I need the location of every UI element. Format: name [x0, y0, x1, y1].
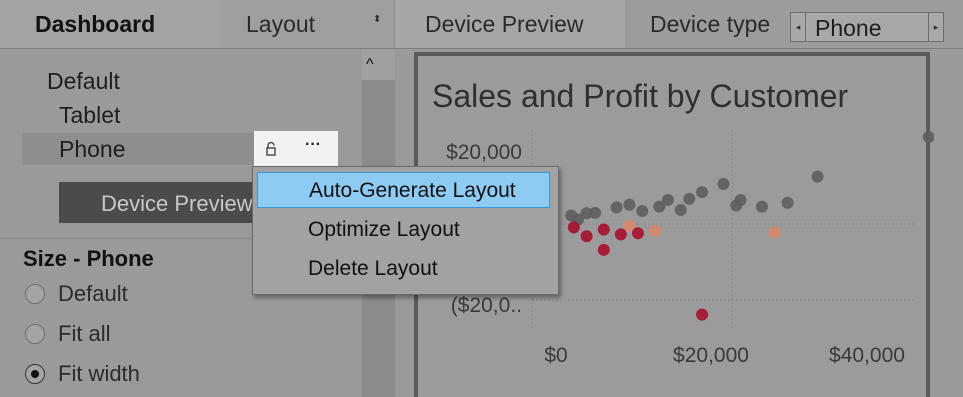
size-radio-default[interactable] [25, 284, 45, 304]
menu-item-label: Delete Layout [308, 257, 438, 280]
chart-title: Sales and Profit by Customer [432, 78, 849, 114]
scatter-point[interactable] [610, 201, 623, 214]
scatter-point[interactable] [696, 186, 709, 199]
x-tick-label: $20,000 [673, 344, 749, 367]
more-options-icon[interactable]: ··· [305, 136, 321, 154]
scatter-point[interactable] [811, 170, 824, 183]
layout-item-phone[interactable]: Phone [59, 136, 126, 163]
scroll-up-icon[interactable]: ^ [366, 56, 374, 74]
device-preview-button[interactable]: Device Preview [59, 182, 259, 223]
menu-delete-layout[interactable]: Delete Layout [257, 251, 550, 287]
layout-context-menu: Auto-Generate Layout Optimize Layout Del… [252, 166, 559, 295]
size-radio-fit-width[interactable] [25, 364, 45, 384]
size-radio-fit-all[interactable] [25, 324, 45, 344]
layout-item-phone-row[interactable] [22, 133, 262, 165]
y-tick-label: ($20,0.. [451, 294, 522, 317]
scatter-point[interactable] [781, 196, 794, 209]
tab-device-preview-label: Device Preview [425, 11, 584, 37]
x-tick-label: $0 [544, 344, 567, 367]
tab-dashboard[interactable]: Dashboard [0, 0, 222, 48]
scatter-point[interactable] [649, 224, 662, 237]
menu-item-label: Optimize Layout [308, 218, 460, 241]
updown-arrows-icon: ⬍ [373, 14, 382, 25]
scatter-point[interactable] [696, 308, 709, 321]
next-device-icon[interactable]: ▸ [928, 13, 943, 41]
scatter-point[interactable] [683, 192, 696, 205]
size-option-fit-all[interactable]: Fit all [58, 321, 111, 347]
menu-optimize-layout[interactable]: Optimize Layout [257, 212, 550, 248]
scatter-point[interactable] [653, 200, 666, 213]
device-type-select[interactable]: ◂ Phone ▸ [790, 12, 944, 42]
scatter-point[interactable] [768, 226, 781, 239]
tab-layout-label: Layout [246, 11, 316, 37]
tab-dashboard-label: Dashboard [35, 11, 156, 37]
scatter-point[interactable] [922, 131, 934, 144]
layout-item-tablet[interactable]: Tablet [59, 102, 120, 129]
menu-item-label: Auto-Generate Layout [309, 179, 516, 202]
scatter-point[interactable] [717, 178, 730, 191]
scatter-point[interactable] [730, 199, 743, 212]
scatter-point[interactable] [580, 230, 593, 243]
size-option-fit-width[interactable]: Fit width [58, 361, 140, 387]
layout-item-default[interactable]: Default [47, 68, 120, 95]
scatter-point[interactable] [674, 203, 687, 216]
scatter-point[interactable] [755, 200, 768, 213]
scatter-point[interactable] [597, 223, 610, 236]
scatter-point[interactable] [567, 221, 580, 234]
menu-auto-generate-layout[interactable]: Auto-Generate Layout [257, 172, 550, 208]
device-preview-button-label: Device Preview [101, 191, 253, 216]
tab-device-preview[interactable]: Device Preview [395, 0, 625, 48]
device-type-value: Phone [815, 15, 882, 41]
unlock-icon[interactable] [266, 142, 276, 156]
prev-device-icon[interactable]: ◂ [791, 13, 806, 41]
x-tick-label: $40,000 [829, 344, 905, 367]
scatter-point[interactable] [623, 198, 636, 211]
scatter-point[interactable] [589, 206, 602, 219]
size-option-default[interactable]: Default [58, 281, 128, 307]
size-section-title: Size - Phone [23, 246, 154, 271]
scatter-point[interactable] [597, 243, 610, 256]
scatter-point[interactable] [614, 228, 627, 241]
scatter-point[interactable] [631, 227, 644, 240]
device-type-label: Device type [650, 11, 771, 37]
y-tick-label: $20,000 [446, 141, 522, 164]
scatter-point[interactable] [636, 205, 649, 218]
tab-layout[interactable]: Layout ⬍ [221, 0, 395, 48]
